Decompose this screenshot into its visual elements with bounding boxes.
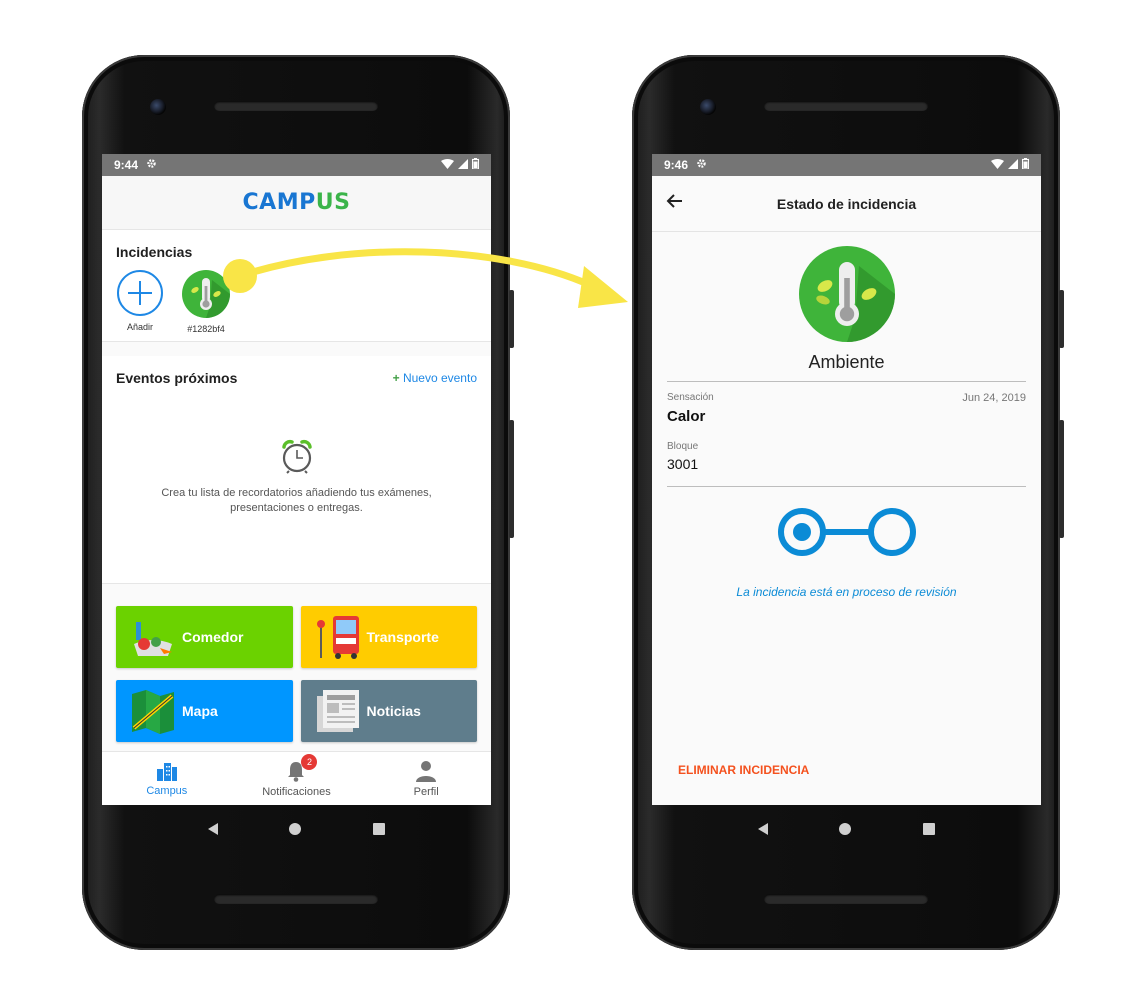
gear-icon [696,158,707,172]
delete-incidencia-button[interactable]: ELIMINAR INCIDENCIA [678,763,809,777]
incidencias-title: Incidencias [116,244,193,260]
speaker-top [214,101,378,111]
empty-events-text: Crea tu lista de recordatorios añadiendo… [161,487,432,514]
system-back-button[interactable] [757,823,768,835]
incidencias-section: Incidencias Añadir #1282bf4 [102,230,491,342]
back-arrow-icon[interactable] [666,192,684,215]
nav-perfil-label: Perfil [413,785,439,798]
front-camera [150,99,166,115]
power-button [1059,290,1064,348]
status-time: 9:46 [664,158,689,172]
system-recents-button[interactable] [923,823,936,835]
status-time: 9:44 [114,158,139,172]
eventos-section: Eventos próximos + Nuevo evento Crea tu … [102,356,491,584]
wifi-icon [441,158,454,172]
incidencia-id: #1282bf4 [187,324,225,334]
eventos-title: Eventos próximos [116,370,238,386]
status-bar: 9:46 [652,154,1041,176]
campus-building-icon [156,762,177,781]
tile-mapa[interactable]: Mapa [116,680,293,742]
power-button [509,290,514,348]
incidencia-item[interactable]: #1282bf4 [182,270,230,334]
newspaper-icon [316,690,359,732]
battery-icon [1021,158,1030,172]
add-icon [117,270,163,316]
screen-campus: 9:44 CAMPUS Incidencias Añadir #1282bf4 … [102,154,491,805]
system-nav-bar [102,805,491,853]
map-icon [132,690,174,734]
status-progress-indicator [777,508,916,556]
nav-notificaciones[interactable]: 2 Notificaciones [241,753,351,798]
food-icon [134,622,172,656]
status-text: La incidencia está en proceso de revisió… [736,585,957,599]
sensacion-value: Calor [667,408,706,425]
wifi-icon [991,158,1004,172]
signal-icon [458,158,468,172]
tile-transporte-label: Transporte [366,629,439,645]
volume-button [509,420,514,538]
screen-incidencia: 9:46 Estado de incidencia Ambiente Sensa… [652,154,1041,805]
battery-icon [471,158,480,172]
nav-campus-label: Campus [146,784,188,797]
tile-noticias-label: Noticias [366,703,421,719]
front-camera [700,99,716,115]
campus-logo: CAMPUS [242,190,351,215]
divider [667,381,1026,382]
person-icon [416,760,437,782]
bloque-label: Bloque [667,441,699,452]
bloque-value: 3001 [667,456,699,472]
speaker-bottom [214,894,378,904]
system-back-button[interactable] [207,823,218,835]
system-recents-button[interactable] [373,823,386,835]
alarm-clock-icon [281,439,312,474]
incidencia-category: Ambiente [808,352,885,372]
app-header: CAMPUS [102,176,491,230]
page-title: Estado de incidencia [776,195,917,212]
tile-transporte[interactable]: Transporte [300,606,477,668]
shortcut-tiles: Comedor Transporte Mapa Noticias [102,584,491,756]
speaker-bottom [764,894,928,904]
bottom-navigation: Campus 2 Notificaciones Perfil [102,751,491,805]
nav-perfil[interactable]: Perfil [371,760,481,798]
detail-header: Estado de incidencia [652,176,1041,232]
system-nav-bar [652,805,1041,853]
gear-icon [146,158,157,172]
incidencia-date: Jun 24, 2019 [962,392,1026,404]
system-home-button[interactable] [839,823,852,835]
status-bar: 9:44 [102,154,491,176]
thermometer-leaf-icon [798,246,895,342]
system-home-button[interactable] [289,823,302,835]
tile-comedor-label: Comedor [182,629,244,645]
nav-campus[interactable]: Campus [112,761,222,797]
signal-icon [1008,158,1018,172]
detail-body: Ambiente Sensación Jun 24, 2019 Calor Bl… [652,246,1041,599]
tile-comedor[interactable]: Comedor [116,606,293,668]
nav-notificaciones-label: Notificaciones [262,785,331,798]
divider [667,486,1026,487]
phone-left: 9:44 CAMPUS Incidencias Añadir #1282bf4 … [82,55,514,950]
speaker-top [764,101,928,111]
tile-mapa-label: Mapa [182,703,218,719]
add-label: Añadir [126,322,153,332]
thermometer-leaf-icon [182,270,230,318]
tile-noticias[interactable]: Noticias [300,680,477,742]
bus-stop-icon [316,616,359,659]
sensacion-label: Sensación [667,392,714,403]
new-event-button[interactable]: + Nuevo evento [393,371,477,385]
phone-right: 9:46 Estado de incidencia Ambiente Sensa… [632,55,1064,950]
notification-badge: 2 [301,753,318,770]
volume-button [1059,420,1064,538]
add-incidencia-button[interactable]: Añadir [116,270,164,334]
